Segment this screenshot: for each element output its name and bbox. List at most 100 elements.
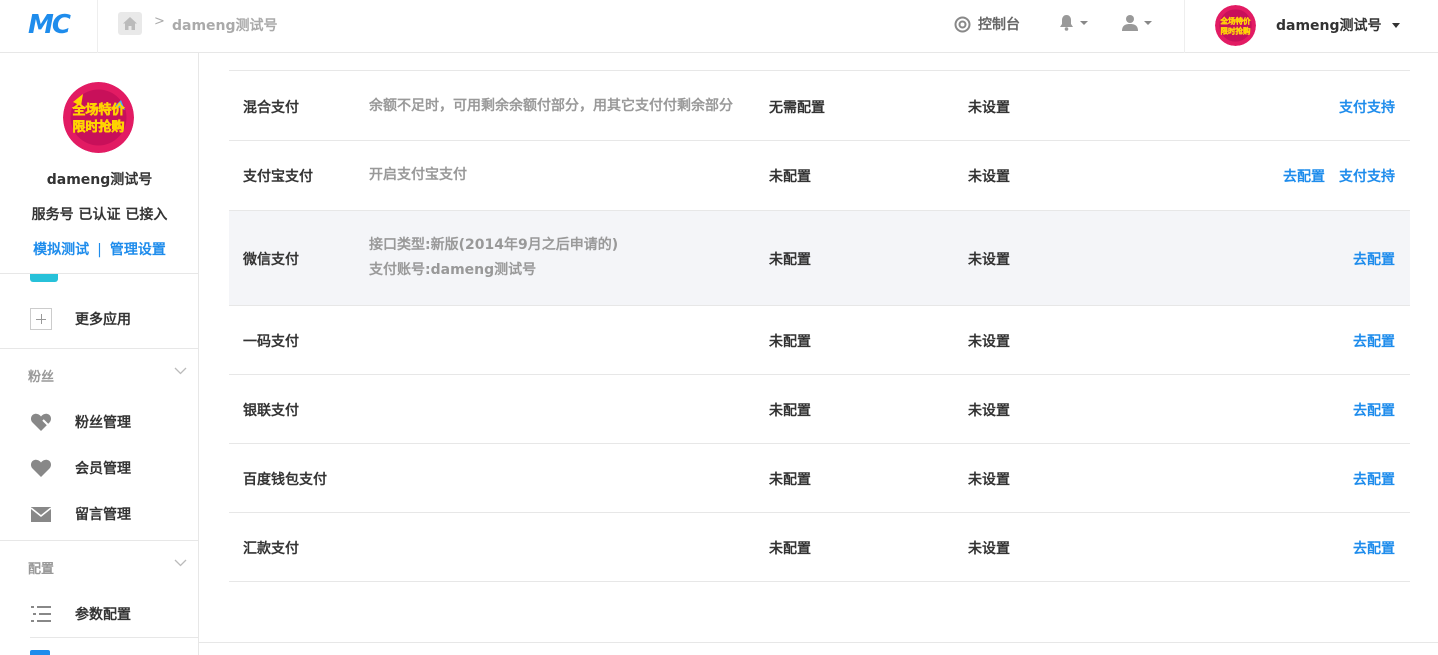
table-row: 混合支付 余额不足时，可用剩余余额付部分，用其它支付付剩余部分 无需配置 未设置… xyxy=(229,71,1410,141)
payment-name: 支付宝支付 xyxy=(243,169,313,185)
sidebar-item-members[interactable]: 会员管理 xyxy=(30,457,131,479)
avatar[interactable]: 全场特价 限时抢购 xyxy=(1215,5,1256,46)
group-config-title[interactable]: 配置 xyxy=(28,558,54,577)
sidebar-item-label: 参数配置 xyxy=(75,607,131,623)
manage-settings-link[interactable]: 管理设置 xyxy=(110,242,166,258)
payment-name: 一码支付 xyxy=(243,334,299,350)
payment-support-link[interactable]: 支付支持 xyxy=(1339,97,1395,117)
config-status: 未配置 xyxy=(769,403,811,419)
sidebar-item-messages[interactable]: 留言管理 xyxy=(30,503,131,525)
setting-status: 未设置 xyxy=(968,100,1010,116)
chevron-down-icon[interactable] xyxy=(174,559,187,567)
configure-link[interactable]: 去配置 xyxy=(1353,469,1395,489)
row-actions: 支付支持 xyxy=(1339,97,1395,117)
sidebar-item-more-apps[interactable]: 更多应用 xyxy=(30,308,131,330)
config-status: 无需配置 xyxy=(769,100,825,116)
avatar-text-line1: 全场特价 xyxy=(71,102,125,118)
table-row: 银联支付 未配置 未设置 去配置 xyxy=(229,375,1410,444)
account-name: dameng测试号 xyxy=(46,172,153,188)
console-link[interactable]: 控制台 xyxy=(954,14,1020,34)
row-actions: 去配置 支付支持 xyxy=(1283,166,1395,186)
setting-status: 未设置 xyxy=(968,334,1010,350)
account-links: 模拟测试 | 管理设置 xyxy=(0,239,198,259)
payment-name: 混合支付 xyxy=(243,100,299,116)
mail-icon xyxy=(30,506,52,522)
account-status: 服务号 已认证 已接入 xyxy=(31,207,168,223)
sidebar-item-fans[interactable]: 粉丝管理 xyxy=(30,411,131,433)
divider xyxy=(0,348,198,349)
row-actions: 去配置 xyxy=(1353,469,1395,489)
breadcrumb[interactable]: dameng测试号 xyxy=(172,15,278,35)
sidebar-item-label: 粉丝管理 xyxy=(75,415,131,431)
avatar-text-line1: 全场特价 xyxy=(1220,15,1251,25)
setting-status: 未设置 xyxy=(968,541,1010,557)
account-name: dameng测试号 xyxy=(1276,18,1382,34)
chevron-right-icon: > xyxy=(154,14,165,29)
simulate-test-link[interactable]: 模拟测试 xyxy=(33,242,89,258)
row-actions: 去配置 xyxy=(1353,331,1395,351)
list-icon xyxy=(31,606,51,622)
configure-link[interactable]: 去配置 xyxy=(1353,331,1395,351)
plus-icon xyxy=(30,308,52,330)
payment-description-line1: 接口类型:新版(2014年9月之后申请的) xyxy=(369,237,619,253)
link-separator: | xyxy=(97,242,102,258)
config-status: 未配置 xyxy=(769,252,811,268)
console-label: 控制台 xyxy=(978,17,1020,33)
configure-link[interactable]: 去配置 xyxy=(1353,400,1395,420)
configure-link[interactable]: 去配置 xyxy=(1353,538,1395,558)
config-status: 未配置 xyxy=(769,169,811,185)
sidebar-item-label: 留言管理 xyxy=(75,507,131,523)
table-row: 百度钱包支付 未配置 未设置 去配置 xyxy=(229,444,1410,513)
configure-link[interactable]: 去配置 xyxy=(1353,249,1395,269)
payment-description: 开启支付宝支付 xyxy=(369,167,467,183)
config-status: 未配置 xyxy=(769,472,811,488)
setting-status: 未设置 xyxy=(968,252,1010,268)
logo[interactable]: MC xyxy=(28,10,71,40)
caret-down-icon xyxy=(1144,21,1152,25)
payment-name: 汇款支付 xyxy=(243,541,299,557)
sidebar-item-params[interactable]: 参数配置 xyxy=(30,603,131,625)
heart-icon xyxy=(30,459,52,477)
home-icon[interactable] xyxy=(118,12,142,35)
group-fans-title[interactable]: 粉丝 xyxy=(28,366,54,385)
config-status: 未配置 xyxy=(769,541,811,557)
chevron-down-icon[interactable] xyxy=(174,367,187,375)
divider xyxy=(0,540,198,541)
config-status: 未配置 xyxy=(769,334,811,350)
row-actions: 去配置 xyxy=(1353,538,1395,558)
table-row: 一码支付 未配置 未设置 去配置 xyxy=(229,306,1410,375)
sidebar-item-label: 会员管理 xyxy=(75,461,131,477)
payment-description: 余额不足时，可用剩余余额付部分，用其它支付付剩余部分 xyxy=(369,98,733,114)
payment-name: 微信支付 xyxy=(243,252,299,268)
setting-status: 未设置 xyxy=(968,403,1010,419)
heart-broken-icon xyxy=(30,413,52,431)
user-menu-button[interactable] xyxy=(1122,14,1152,32)
bell-icon xyxy=(1060,15,1073,31)
notifications-button[interactable] xyxy=(1059,14,1088,31)
setting-status: 未设置 xyxy=(968,169,1010,185)
caret-down-icon xyxy=(1080,20,1088,25)
table-row: 支付宝支付 开启支付宝支付 未配置 未设置 去配置 支付支持 xyxy=(229,141,1410,211)
payment-params-icon[interactable] xyxy=(30,650,50,655)
table-row: 汇款支付 未配置 未设置 去配置 xyxy=(229,513,1410,582)
logo-divider xyxy=(97,0,98,53)
top-bar: MC > dameng测试号 控制台 全场特价 限时抢购 dameng测试号 xyxy=(0,0,1438,53)
sidebar: 全场特价 限时抢购 dameng测试号 服务号 已认证 已接入 模拟测试 | 管理设… xyxy=(0,53,199,655)
setting-status: 未设置 xyxy=(968,472,1010,488)
footer-divider xyxy=(199,642,1438,643)
payment-support-link[interactable]: 支付支持 xyxy=(1339,166,1395,186)
avatar-text-line2: 限时抢购 xyxy=(1221,25,1251,35)
avatar-text-line2: 限时抢购 xyxy=(72,119,124,135)
row-actions: 去配置 xyxy=(1353,249,1395,269)
sidebar-item-label: 更多应用 xyxy=(75,312,131,328)
configure-link[interactable]: 去配置 xyxy=(1283,166,1325,186)
account-menu[interactable]: dameng测试号 xyxy=(1276,15,1400,35)
user-icon xyxy=(1122,15,1138,31)
header-divider xyxy=(1184,0,1185,53)
app-icon[interactable] xyxy=(30,274,58,282)
payment-name: 百度钱包支付 xyxy=(243,472,327,488)
payment-description-line2: 支付账号:dameng测试号 xyxy=(369,262,537,278)
divider xyxy=(30,637,198,638)
sidebar-avatar: 全场特价 限时抢购 xyxy=(63,82,134,153)
dashboard-icon xyxy=(954,16,971,32)
